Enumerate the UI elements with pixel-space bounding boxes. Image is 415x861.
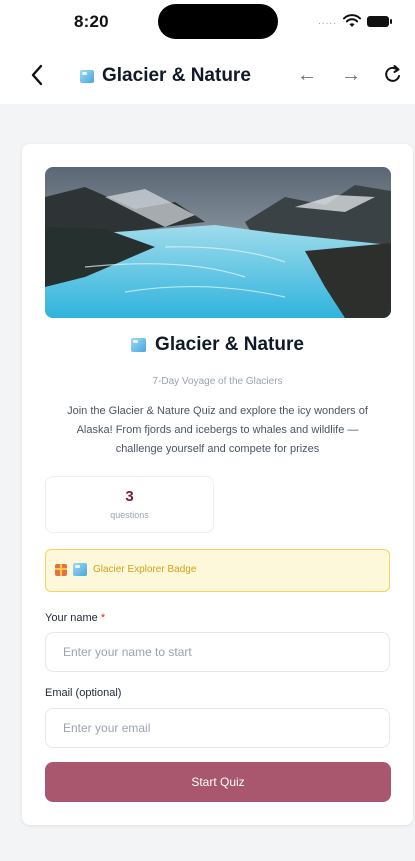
name-label: Your name * bbox=[45, 612, 106, 624]
battery-icon bbox=[367, 15, 392, 27]
wifi-icon bbox=[343, 14, 361, 27]
status-time: 8:20 bbox=[74, 12, 109, 31]
status-icons: ..... bbox=[318, 14, 392, 28]
email-label: Email (optional) bbox=[45, 687, 122, 699]
email-input[interactable] bbox=[45, 708, 390, 748]
ice-cube-icon bbox=[73, 563, 87, 576]
name-input[interactable] bbox=[45, 632, 390, 672]
page-content: Glacier & Nature 7-Day Voyage of the Gla… bbox=[0, 104, 415, 861]
prize-badge-text: Glacier Explorer Badge bbox=[93, 564, 197, 575]
quiz-description: Join the Glacier & Nature Quiz and explo… bbox=[67, 405, 368, 455]
question-count: 3 bbox=[125, 488, 134, 505]
required-asterisk: * bbox=[100, 612, 106, 624]
dynamic-island bbox=[158, 4, 278, 39]
page-title-text: Glacier & Nature bbox=[102, 65, 251, 86]
reload-icon[interactable] bbox=[383, 63, 403, 85]
question-count-card: 3 questions bbox=[45, 476, 214, 533]
quiz-title-text: Glacier & Nature bbox=[155, 334, 304, 355]
arrow-left-icon[interactable]: ← bbox=[297, 64, 317, 87]
signal-icon: ..... bbox=[318, 15, 337, 27]
nav-bar: Glacier & Nature ← → bbox=[0, 54, 415, 98]
page-title: Glacier & Nature bbox=[80, 65, 251, 87]
ice-cube-icon bbox=[131, 338, 147, 352]
status-bar: 8:20 ..... bbox=[0, 0, 415, 46]
prize-badge: Glacier Explorer Badge bbox=[45, 549, 390, 592]
chevron-left-icon[interactable] bbox=[26, 62, 48, 88]
quiz-card: Glacier & Nature 7-Day Voyage of the Gla… bbox=[22, 144, 413, 825]
question-count-label: questions bbox=[110, 510, 149, 520]
glacier-hero-image bbox=[45, 167, 391, 318]
quiz-title: Glacier & Nature bbox=[22, 334, 413, 356]
arrow-right-icon[interactable]: → bbox=[341, 64, 361, 87]
quiz-subtitle: 7-Day Voyage of the Glaciers bbox=[152, 376, 283, 387]
ice-cube-icon bbox=[80, 69, 94, 83]
start-quiz-button[interactable]: Start Quiz bbox=[45, 762, 391, 802]
gift-icon bbox=[55, 563, 67, 576]
